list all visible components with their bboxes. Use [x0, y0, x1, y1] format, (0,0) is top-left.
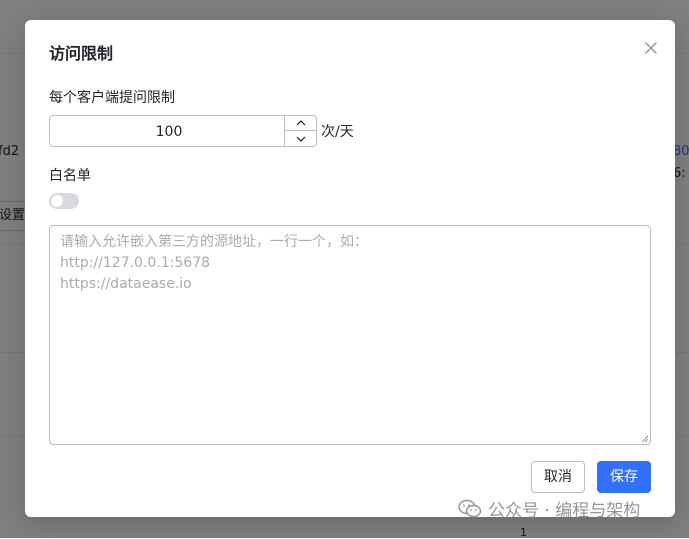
- limit-unit: 次/天: [321, 124, 354, 140]
- resize-grip-icon[interactable]: [639, 433, 649, 443]
- chevron-up-icon: [296, 120, 305, 126]
- whitelist-toggle[interactable]: [49, 193, 79, 209]
- chevron-down-icon: [296, 136, 305, 142]
- close-icon: [645, 42, 657, 54]
- access-limit-dialog: 访问限制 每个客户端提问限制 次/天 白名单 取消 保存: [25, 20, 675, 517]
- toggle-knob: [51, 195, 63, 207]
- watermark: 公众号 · 编程与架构: [458, 496, 640, 521]
- wechat-icon: [458, 499, 482, 517]
- stepper-controls: [284, 116, 316, 146]
- per-client-limit-stepper: [49, 115, 317, 148]
- increment-button[interactable]: [285, 116, 316, 131]
- whitelist-textarea[interactable]: [49, 225, 651, 445]
- per-client-limit-input[interactable]: [50, 116, 288, 148]
- close-button[interactable]: [643, 40, 659, 56]
- dialog-title: 访问限制: [49, 44, 114, 63]
- decrement-button[interactable]: [285, 131, 316, 146]
- cancel-button[interactable]: 取消: [531, 461, 585, 493]
- per-client-limit-label: 每个客户端提问限制: [49, 90, 175, 106]
- save-button[interactable]: 保存: [597, 461, 651, 493]
- whitelist-label: 白名单: [49, 168, 91, 184]
- watermark-text: 公众号 · 编程与架构: [488, 501, 641, 521]
